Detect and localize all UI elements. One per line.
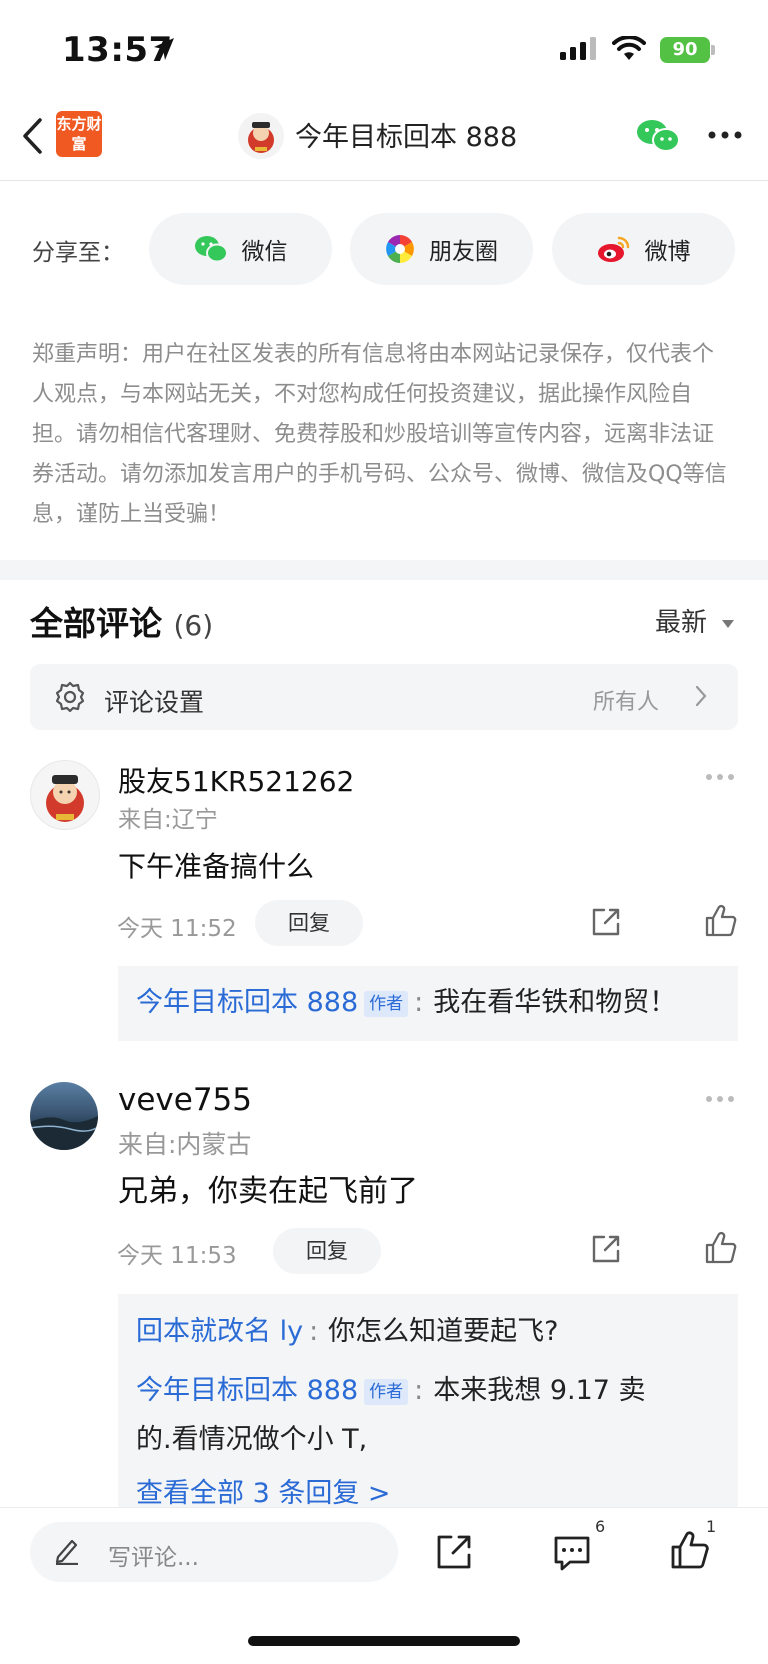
reply-item: 今年目标回本 888 作者: 我在看华铁和物贸！ [136, 987, 677, 1018]
reply-thread: 回本就改名 ly: 你怎么知道要起飞? 今年目标回本 888 作者: 本来我想 9.1… [118, 1294, 738, 1509]
reply-text: 我在看华铁和物贸！ [433, 987, 677, 1018]
wechat-share-icon[interactable] [636, 118, 680, 154]
sort-dropdown[interactable]: 最新 [655, 602, 735, 639]
share-icon[interactable] [590, 906, 622, 938]
comments-title-label: 全部评论 [30, 604, 162, 643]
share-weibo-label: 微博 [644, 239, 691, 265]
page-title: 今年目标回本 888 [295, 122, 518, 153]
moments-icon [386, 235, 414, 263]
app-logo[interactable]: 东方财富 [56, 111, 102, 157]
comment-time: 今天 11:52 [117, 916, 237, 942]
gear-icon [55, 681, 85, 713]
reply-button[interactable]: 回复 [273, 1228, 381, 1274]
signal-icon [560, 37, 596, 60]
reply-author[interactable]: 回本就改名 ly [136, 1316, 303, 1347]
comment-username[interactable]: 股友51KR521262 [118, 760, 354, 800]
back-icon[interactable] [20, 117, 44, 155]
reply-button[interactable]: 回复 [255, 900, 363, 946]
reply-author[interactable]: 今年目标回本 888 [136, 987, 358, 1018]
section-divider [0, 560, 768, 580]
comment-settings-label: 评论设置 [104, 688, 205, 717]
author-badge: 作者 [364, 990, 409, 1017]
reply-text: 本来我想 9.17 卖 [433, 1375, 646, 1406]
comment-text: 兄弟，你卖在起飞前了 [118, 1174, 418, 1209]
comment-location: 来自:辽宁 [118, 807, 218, 833]
more-dots-icon[interactable] [705, 1095, 735, 1103]
like-icon[interactable] [670, 1530, 710, 1570]
reply-text-continuation: 的.看情况做个小 T, [136, 1424, 368, 1455]
comment-location: 来自:内蒙古 [118, 1130, 252, 1159]
caret-down-icon [722, 619, 735, 628]
write-comment-input[interactable] [30, 1522, 398, 1582]
share-icon[interactable] [590, 1233, 622, 1265]
pencil-icon [55, 1539, 78, 1565]
comment-settings-value: 所有人 [593, 690, 660, 715]
share-icon[interactable] [435, 1533, 473, 1571]
landscape-avatar-icon [30, 1116, 98, 1150]
wechat-icon [194, 236, 228, 263]
avatar[interactable] [30, 760, 100, 830]
share-weibo-button[interactable]: 微博 [552, 213, 735, 285]
comments-count: (6) [173, 609, 214, 642]
share-label: 分享至： [32, 240, 124, 266]
share-moments-button[interactable]: 朋友圈 [350, 213, 533, 285]
more-options-icon[interactable] [708, 130, 742, 140]
reply-item: 回本就改名 ly: 你怎么知道要起飞? [136, 1316, 559, 1347]
like-count-badge: 1 [706, 1517, 717, 1536]
reply-item: 今年目标回本 888 作者: 本来我想 9.17 卖 [136, 1375, 646, 1406]
reply-text: 你怎么知道要起飞? [328, 1316, 559, 1347]
comment-count-badge: 6 [595, 1517, 606, 1536]
reply-thread: 今年目标回本 888 作者: 我在看华铁和物贸！ [118, 966, 738, 1041]
like-icon[interactable] [704, 904, 738, 938]
weibo-icon [597, 236, 629, 262]
fortune-god-avatar-icon [248, 122, 274, 153]
battery-tip [711, 45, 715, 55]
share-moments-label: 朋友圈 [429, 239, 498, 265]
avatar[interactable] [30, 1082, 98, 1150]
comment-text: 下午准备搞什么 [118, 850, 315, 883]
author-badge: 作者 [364, 1378, 409, 1405]
sort-label: 最新 [655, 608, 708, 638]
like-icon[interactable] [704, 1231, 738, 1265]
comment-time: 今天 11:53 [117, 1243, 237, 1269]
more-dots-icon[interactable] [705, 773, 735, 781]
nav-divider [0, 180, 768, 181]
comment-username[interactable]: veve755 [118, 1082, 252, 1118]
location-arrow-icon [154, 38, 174, 60]
comments-title: 全部评论 (6) [30, 597, 213, 645]
comment-icon[interactable] [552, 1533, 592, 1573]
share-wechat-label: 微信 [241, 239, 288, 265]
share-wechat-button[interactable]: 微信 [149, 213, 332, 285]
author-avatar[interactable] [238, 113, 284, 159]
reply-author[interactable]: 今年目标回本 888 [136, 1375, 358, 1406]
home-indicator [248, 1636, 520, 1646]
wifi-icon [612, 36, 646, 60]
fortune-god-avatar-icon [46, 775, 84, 822]
write-comment-placeholder: 写评论... [108, 1545, 199, 1571]
disclaimer-text: 郑重声明：用户在社区发表的所有信息将由本网站记录保存，仅代表个人观点，与本网站无… [32, 342, 727, 527]
battery-indicator: 90 [660, 37, 710, 63]
chevron-right-icon [695, 685, 707, 707]
